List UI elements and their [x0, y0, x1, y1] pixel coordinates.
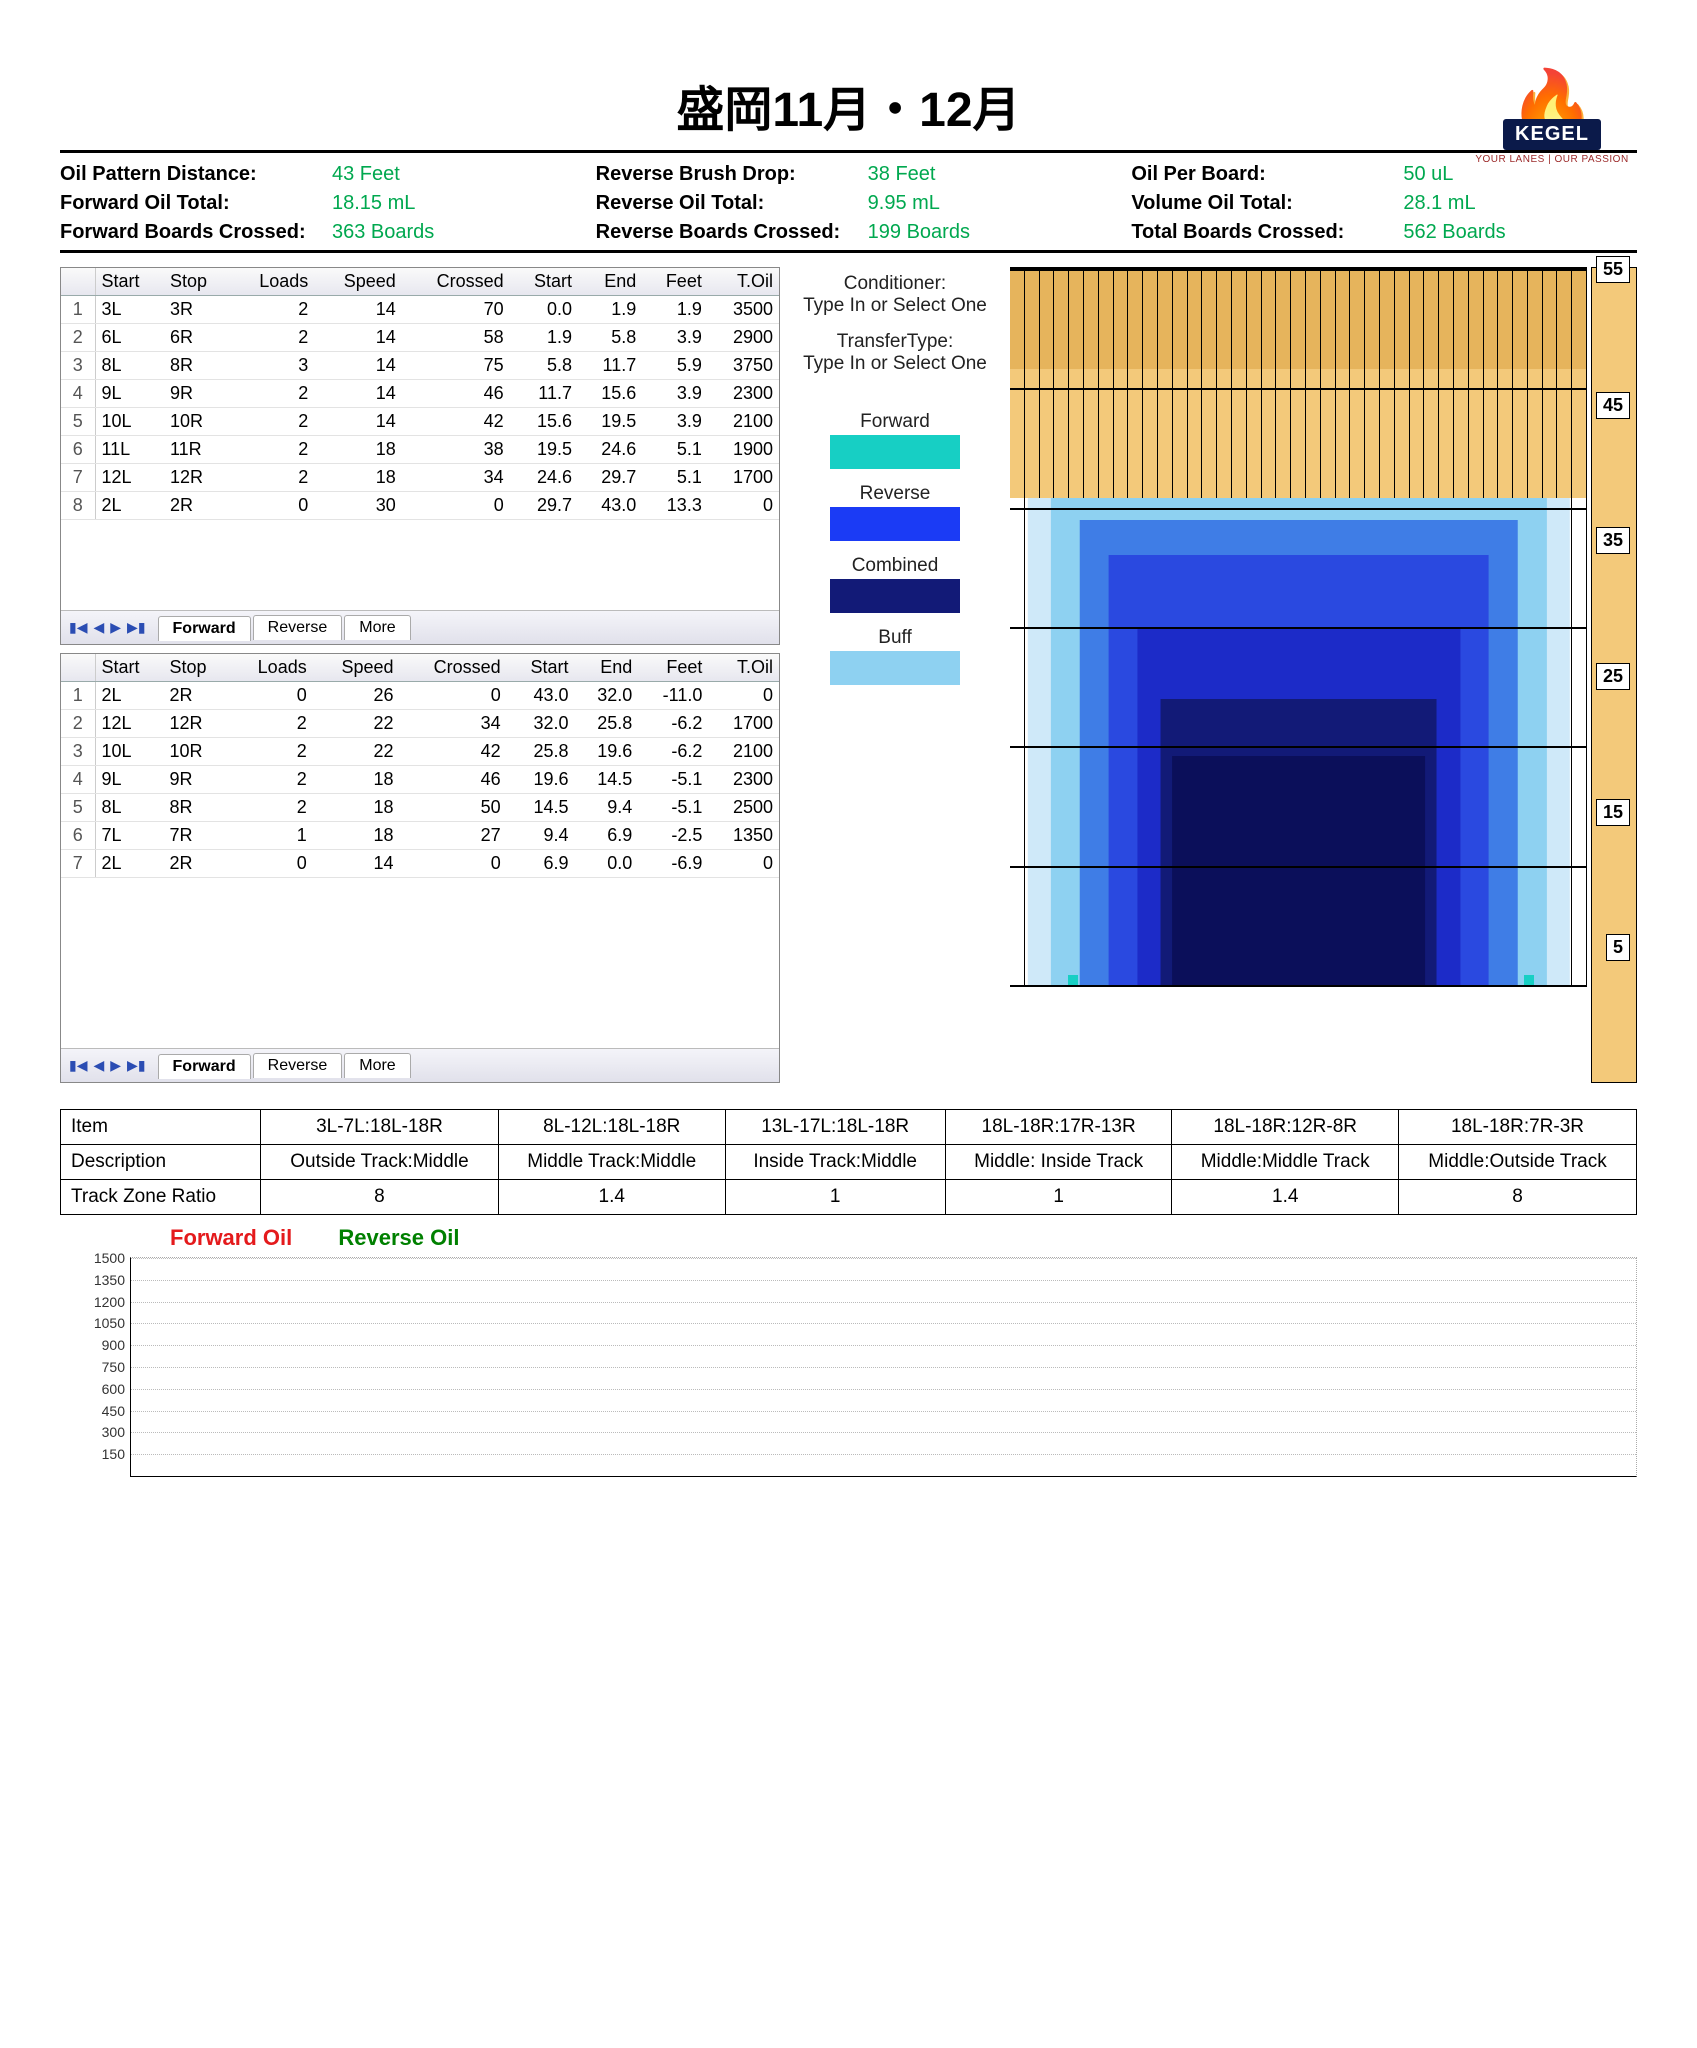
forward-sheet: StartStopLoadsSpeedCrossedStartEndFeetT.…: [60, 267, 780, 645]
ruler-tick: 35: [1596, 527, 1630, 554]
distance-ruler: 55453525155: [1591, 267, 1637, 1083]
reverse-sheet: StartStopLoadsSpeedCrossedStartEndFeetT.…: [60, 653, 780, 1083]
legend-forward-swatch: [830, 435, 960, 469]
stat-label: Reverse Oil Total:: [596, 192, 856, 215]
table-row: 38L8R314755.811.75.93750: [61, 352, 779, 380]
stat-value: 28.1 mL: [1403, 192, 1475, 215]
legend-reverse-swatch: [830, 507, 960, 541]
chart-legend-forward: Forward Oil: [170, 1225, 292, 1250]
ruler-tick: 55: [1596, 256, 1630, 283]
tab-more[interactable]: More: [344, 615, 410, 640]
kegel-logo: 🔥 KEGEL YOUR LANES | OUR PASSION: [1467, 40, 1637, 210]
legend-reverse-label: Reverse: [800, 483, 990, 505]
stat-value: 43 Feet: [332, 163, 400, 186]
ruler-tick: 45: [1596, 392, 1630, 419]
stat-value: 18.15 mL: [332, 192, 415, 215]
table-row: 58L8R2185014.59.4-5.12500: [61, 794, 779, 822]
ruler-tick: 25: [1596, 663, 1630, 690]
table-row: 212L12R2223432.025.8-6.21700: [61, 710, 779, 738]
table-row: 510L10R2144215.619.53.92100: [61, 408, 779, 436]
stat-value: 38 Feet: [868, 163, 936, 186]
ruler-tick: 5: [1606, 934, 1630, 961]
stat-value: 9.95 mL: [868, 192, 940, 215]
stat-label: Reverse Boards Crossed:: [596, 221, 856, 244]
stat-value: 562 Boards: [1403, 221, 1505, 244]
conditioner-label: Conditioner:: [800, 273, 990, 295]
stats-grid: Oil Pattern Distance: 43 Feet Reverse Brus…: [60, 163, 1637, 244]
table-row: 13L3R214700.01.91.93500: [61, 296, 779, 324]
legend-buff-swatch: [830, 651, 960, 685]
ruler-tick: 15: [1596, 799, 1630, 826]
stat-label: Total Boards Crossed:: [1131, 221, 1391, 244]
stat-value: 50 uL: [1403, 163, 1453, 186]
table-row: 712L12R2183424.629.75.11700: [61, 464, 779, 492]
stat-label: Reverse Brush Drop:: [596, 163, 856, 186]
track-zone-table: Item3L-7L:18L-18R8L-12L:18L-18R13L-17L:1…: [60, 1109, 1637, 1215]
stat-label: Forward Boards Crossed:: [60, 221, 320, 244]
legend-combined-label: Combined: [800, 555, 990, 577]
stat-value: 199 Boards: [868, 221, 970, 244]
oil-bar-chart: 1503004506007509001050120013501500: [130, 1257, 1637, 1477]
sheet-nav[interactable]: ▮◀◀▶▶▮: [67, 619, 148, 636]
tab-forward[interactable]: Forward: [158, 616, 251, 641]
tab-forward[interactable]: Forward: [158, 1054, 251, 1079]
stat-label: Oil Per Board:: [1131, 163, 1391, 186]
page-title: 盛岡11月・12月: [60, 70, 1637, 140]
table-row: 67L7R118279.46.9-2.51350: [61, 822, 779, 850]
stat-label: Volume Oil Total:: [1131, 192, 1391, 215]
stat-value: 363 Boards: [332, 221, 434, 244]
table-row: 310L10R2224225.819.6-6.22100: [61, 738, 779, 766]
legend-forward-label: Forward: [800, 411, 990, 433]
tab-reverse[interactable]: Reverse: [253, 1053, 343, 1078]
table-row: 49L9R2184619.614.5-5.12300: [61, 766, 779, 794]
transfertype-value[interactable]: Type In or Select One: [800, 353, 990, 375]
table-row: 26L6R214581.95.83.92900: [61, 324, 779, 352]
tab-reverse[interactable]: Reverse: [253, 615, 343, 640]
table-row: 82L2R030029.743.013.30: [61, 492, 779, 520]
conditioner-value[interactable]: Type In or Select One: [800, 295, 990, 317]
stat-label: Oil Pattern Distance:: [60, 163, 320, 186]
stat-label: Forward Oil Total:: [60, 192, 320, 215]
legend-buff-label: Buff: [800, 627, 990, 649]
table-row: 72L2R01406.90.0-6.90: [61, 850, 779, 878]
table-row: 49L9R2144611.715.63.92300: [61, 380, 779, 408]
chart-legend-reverse: Reverse Oil: [338, 1225, 459, 1250]
sheet-nav[interactable]: ▮◀◀▶▶▮: [67, 1057, 148, 1074]
tab-more[interactable]: More: [344, 1053, 410, 1078]
transfertype-label: TransferType:: [800, 331, 990, 353]
table-row: 12L2R026043.032.0-11.00: [61, 682, 779, 710]
lane-graphic: [1010, 267, 1587, 987]
legend-combined-swatch: [830, 579, 960, 613]
table-row: 611L11R2183819.524.65.11900: [61, 436, 779, 464]
